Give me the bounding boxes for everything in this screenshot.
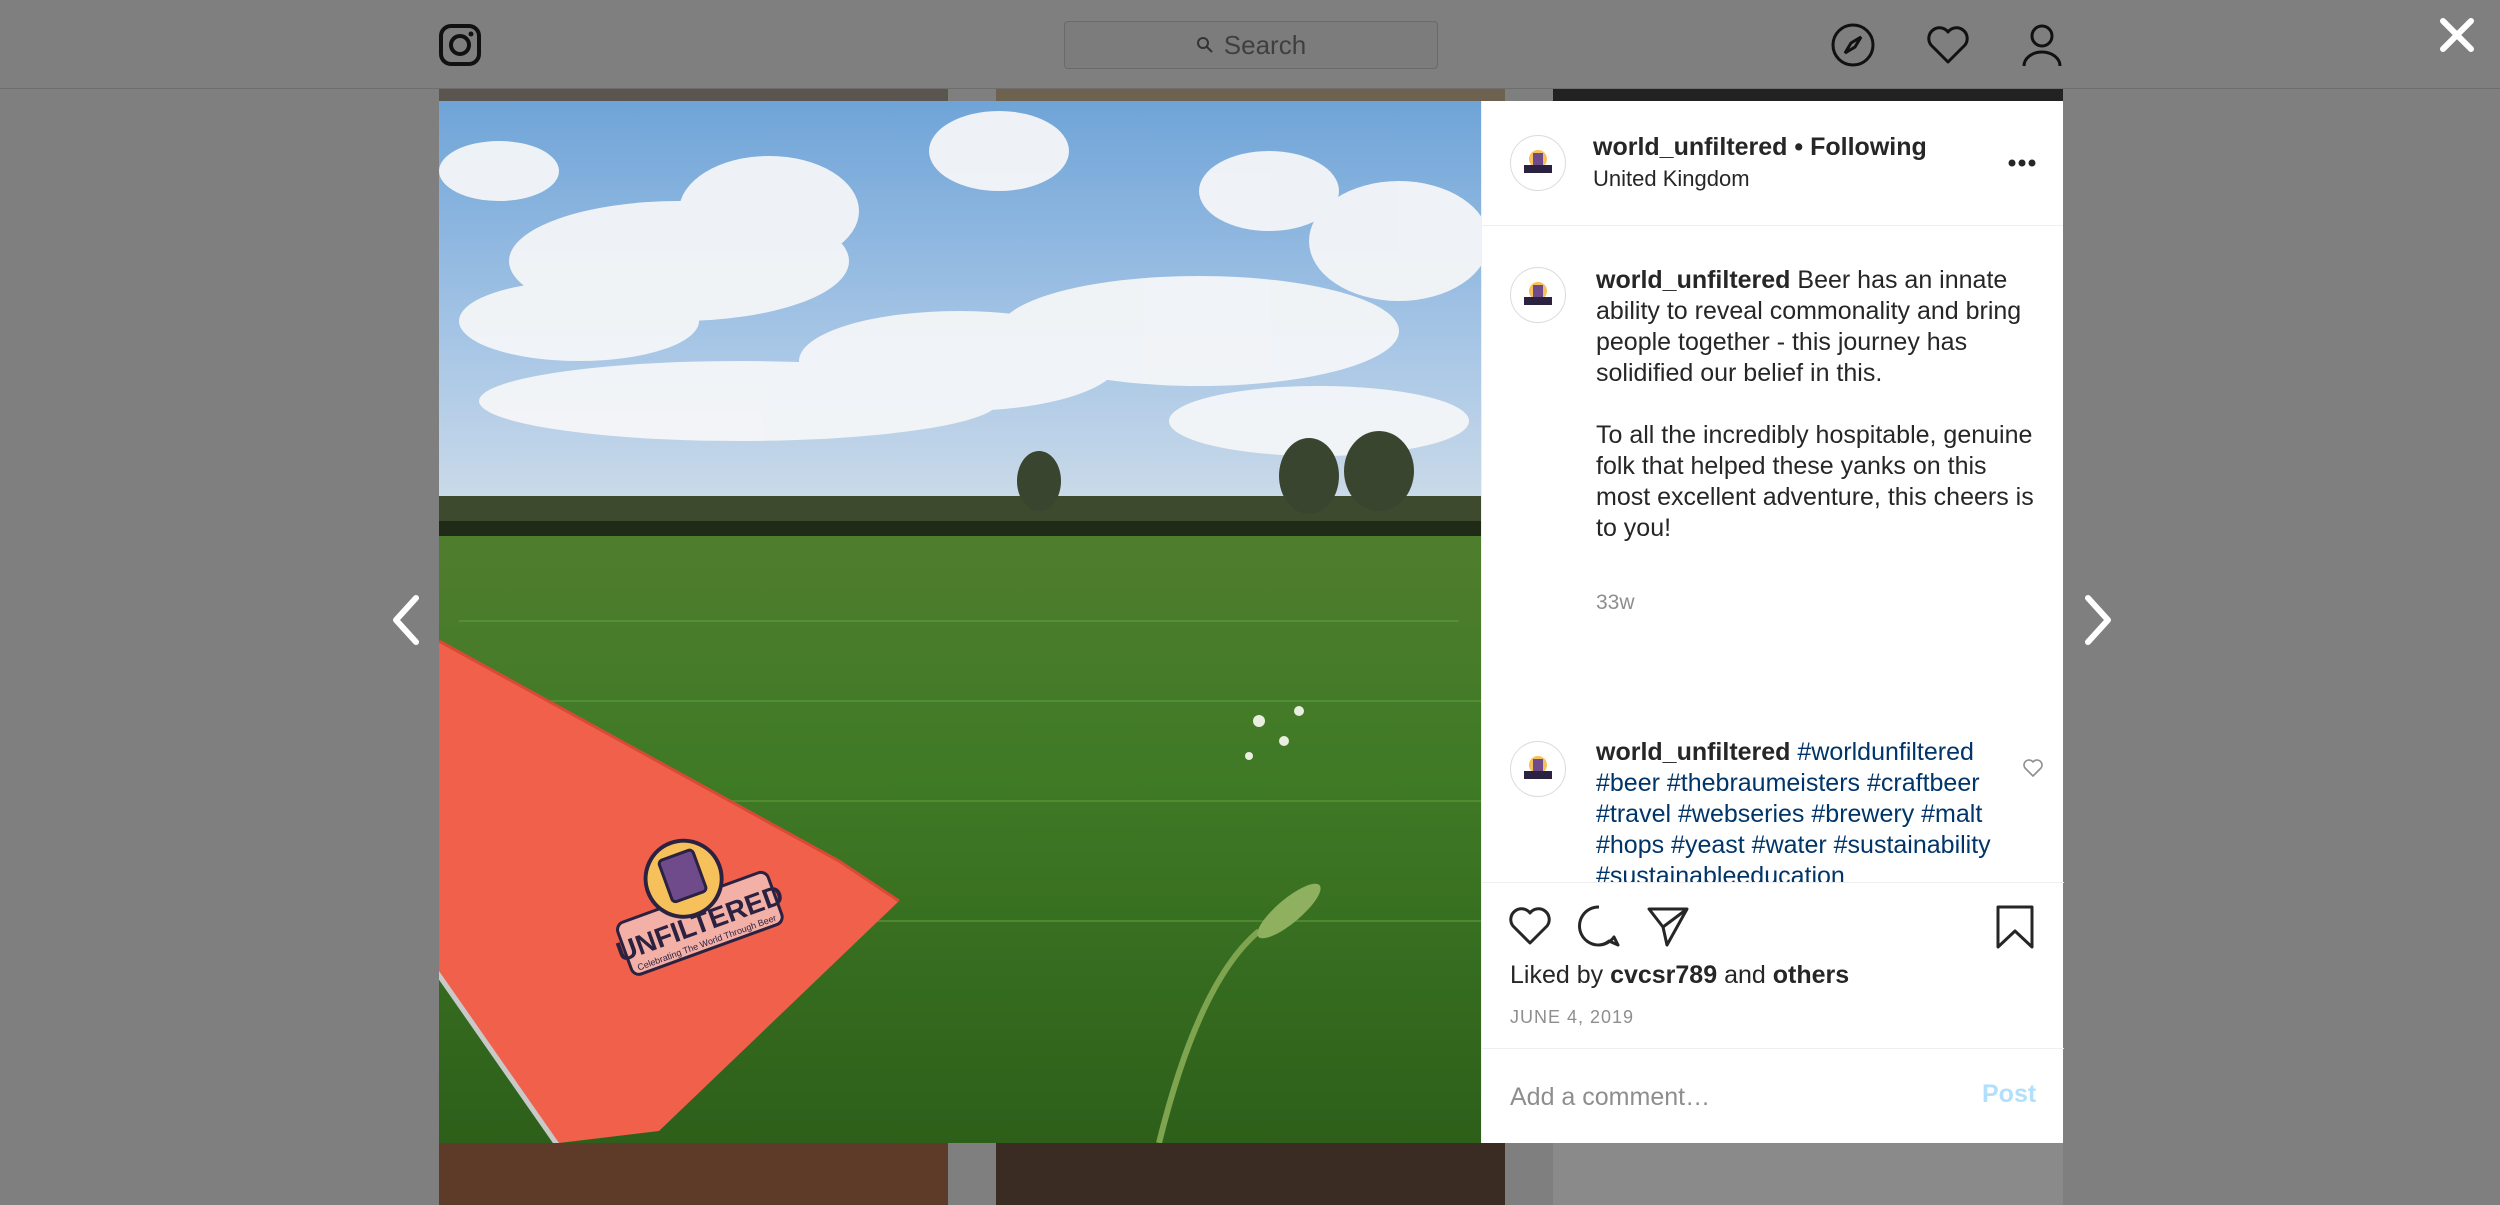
avatar[interactable] <box>1510 267 1566 323</box>
post-sidebar: world_unfiltered • Following United King… <box>1481 101 2064 1143</box>
like-icon[interactable] <box>1507 903 1553 949</box>
avatar[interactable] <box>1510 741 1566 797</box>
like-comment-icon[interactable] <box>2022 757 2044 779</box>
background-topbar: Search <box>0 0 2500 89</box>
comment-username[interactable]: world_unfiltered <box>1596 266 1790 294</box>
liked-by-user[interactable]: cvcsr789 <box>1610 961 1717 989</box>
hashtag-text: world_unfiltered #worldunfiltered #beer … <box>1596 737 2006 882</box>
compass-icon[interactable] <box>1830 22 1876 68</box>
post-photo[interactable]: UNFILTERED Celebrating The World Through… <box>439 101 1481 1143</box>
grid-tile[interactable] <box>996 89 1505 101</box>
instagram-icon[interactable] <box>438 23 482 67</box>
caption-timestamp[interactable]: 33w <box>1596 591 1635 615</box>
heart-icon[interactable] <box>1925 22 1971 68</box>
unfiltered-logo-icon <box>1524 282 1552 305</box>
unfiltered-logo-icon <box>1524 150 1552 173</box>
post-actions: Liked by cvcsr789 and others JUNE 4, 201… <box>1482 882 2064 1147</box>
close-icon[interactable] <box>2438 16 2476 54</box>
search-icon <box>1196 37 1213 53</box>
grid-tile[interactable] <box>996 1143 1505 1205</box>
grid-tile[interactable] <box>439 89 948 101</box>
unfiltered-logo-icon <box>1524 756 1552 779</box>
comment-input[interactable] <box>1510 1077 1950 1117</box>
profile-icon[interactable] <box>2019 22 2065 68</box>
search-input[interactable]: Search <box>1064 21 1438 69</box>
post-header: world_unfiltered • Following United King… <box>1482 101 2063 226</box>
comments-list[interactable]: world_unfiltered Beer has an innate abil… <box>1482 227 2064 882</box>
liked-by-others[interactable]: others <box>1773 961 1849 989</box>
comment-username[interactable]: world_unfiltered <box>1596 738 1790 766</box>
add-comment-section: Post <box>1482 1048 2064 1144</box>
grid-tile[interactable] <box>1553 1143 2063 1205</box>
avatar[interactable] <box>1510 135 1566 191</box>
comment-icon[interactable] <box>1576 903 1622 949</box>
caption-text: world_unfiltered Beer has an innate abil… <box>1596 266 2034 542</box>
chevron-left-icon[interactable] <box>386 590 426 650</box>
more-options-icon[interactable] <box>2007 153 2037 173</box>
liked-by: Liked by cvcsr789 and others <box>1510 961 1850 989</box>
post-location[interactable]: United Kingdom <box>1593 166 1750 192</box>
share-icon[interactable] <box>1645 903 1691 949</box>
grid-tile[interactable] <box>439 1143 948 1205</box>
chevron-right-icon[interactable] <box>2078 590 2118 650</box>
post-username[interactable]: world_unfiltered • Following <box>1593 133 1927 162</box>
post-date[interactable]: JUNE 4, 2019 <box>1510 1007 1634 1028</box>
post-modal: UNFILTERED Celebrating The World Through… <box>439 101 2064 1143</box>
post-comment-button[interactable]: Post <box>1982 1080 2036 1109</box>
search-placeholder: Search <box>1223 29 1307 60</box>
bookmark-icon[interactable] <box>1992 903 2038 949</box>
grid-tile[interactable] <box>1553 89 2063 101</box>
